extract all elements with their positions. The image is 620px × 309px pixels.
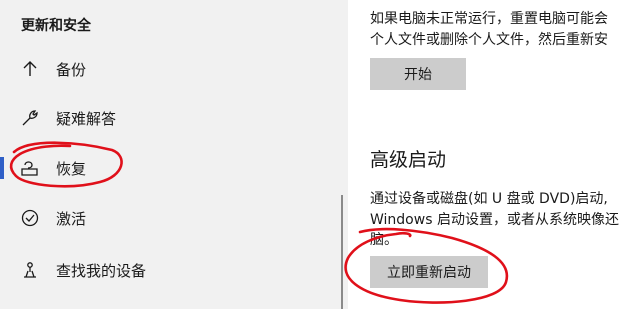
sidebar-item-backup[interactable]: 备份 [0, 50, 340, 88]
sidebar-item-label: 备份 [56, 60, 87, 79]
sidebar-item-recovery[interactable]: 恢复 [0, 149, 340, 187]
sidebar: 更新和安全 备份 疑难解答 恢复 激活 查找我的设备 [0, 0, 348, 309]
recovery-icon [20, 158, 40, 178]
advanced-startup-heading: 高级启动 [370, 149, 447, 171]
restart-now-button[interactable]: 立即重新启动 [370, 256, 488, 288]
advanced-startup-description-line1: 通过设备或磁盘(如 U 盘或 DVD)启动, [370, 191, 608, 207]
sidebar-item-activation[interactable]: 激活 [0, 199, 340, 237]
check-circle-icon [20, 208, 40, 228]
arrow-up-icon [20, 59, 40, 79]
reset-description-line2: 个人文件或删除个人文件，然后重新安 [370, 32, 608, 48]
sidebar-item-label: 激活 [56, 209, 87, 228]
sidebar-item-label: 恢复 [56, 159, 87, 178]
sidebar-item-troubleshoot[interactable]: 疑难解答 [0, 99, 340, 137]
sidebar-item-find-my-device[interactable]: 查找我的设备 [0, 251, 340, 289]
sidebar-item-label: 疑难解答 [56, 109, 117, 128]
advanced-startup-description-line3: 脑。 [370, 232, 398, 248]
sidebar-item-label: 查找我的设备 [56, 261, 147, 280]
find-device-icon [20, 260, 40, 280]
main-content: 如果电脑未正常运行，重置电脑可能会 个人文件或删除个人文件，然后重新安 开始 高… [348, 0, 620, 309]
reset-description-line1: 如果电脑未正常运行，重置电脑可能会 [370, 11, 608, 27]
settings-window: 更新和安全 备份 疑难解答 恢复 激活 查找我的设备 如果电脑未正常运行，重置电… [0, 0, 620, 309]
sidebar-title: 更新和安全 [21, 18, 91, 34]
reset-start-button[interactable]: 开始 [370, 58, 466, 90]
wrench-icon [20, 108, 40, 128]
sidebar-scrollbar[interactable] [341, 195, 343, 309]
advanced-startup-description-line2: Windows 启动设置，或者从系统映像还 [370, 212, 619, 228]
